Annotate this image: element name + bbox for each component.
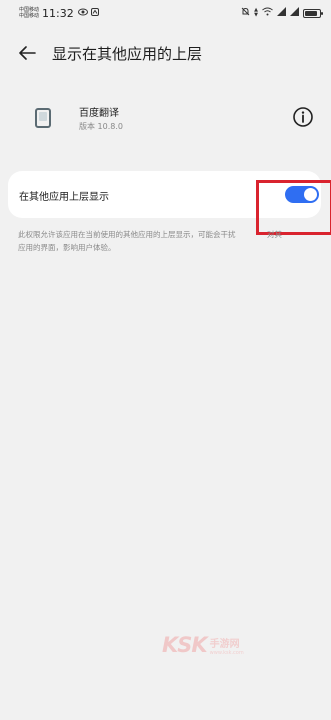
- description-line-2: 应用的界面，影响用户体验。: [18, 243, 116, 252]
- watermark-brand: KSK: [162, 633, 208, 657]
- app-version: 版本 10.8.0: [79, 122, 123, 131]
- watermark-label: 手游网: [209, 638, 240, 650]
- battery-icon: [303, 8, 323, 18]
- eye-icon: [77, 8, 88, 19]
- page-title: 显示在其他应用的上层: [52, 44, 203, 63]
- permission-description: 此权限允许该应用在当前使用的其他应用的上层显示，可能会干扰 对其 应用的界面，影…: [18, 228, 314, 254]
- notification-icon: [90, 7, 99, 19]
- overlay-permission-label: 在其他应用上层显示: [19, 192, 109, 203]
- app-name: 百度翻译: [79, 108, 119, 119]
- app-bar: 显示在其他应用的上层: [0, 36, 331, 70]
- wifi-icon: [262, 7, 273, 19]
- carrier-2: 中国移动: [19, 13, 40, 19]
- watermark: KSK 手游网 www.ksk.com: [162, 633, 244, 657]
- watermark-url: www.ksk.com: [209, 649, 244, 656]
- back-button[interactable]: [3, 36, 51, 70]
- network-speed-icon: ▲ ▼: [254, 7, 258, 18]
- signal-icon: [277, 7, 286, 19]
- status-time: 11:32: [42, 6, 74, 20]
- app-icon: [35, 108, 51, 128]
- info-icon: [293, 107, 313, 127]
- app-info-row: 百度翻译 版本 10.8.0: [0, 96, 331, 142]
- watermark-badge: 手游网 www.ksk.com: [210, 635, 244, 656]
- description-line-1-tail: 对其: [267, 230, 282, 239]
- signal-icon: [290, 7, 299, 19]
- status-bar: 中国移动 中国移动 11:32 ▲ ▼: [0, 0, 331, 26]
- carrier-labels: 中国移动 中国移动: [19, 7, 39, 19]
- highlight-annotation: [256, 180, 331, 235]
- arrow-left-icon: [19, 46, 36, 60]
- status-icons: ▲ ▼: [241, 7, 323, 19]
- mute-icon: [241, 7, 250, 19]
- app-info-button[interactable]: [292, 106, 314, 128]
